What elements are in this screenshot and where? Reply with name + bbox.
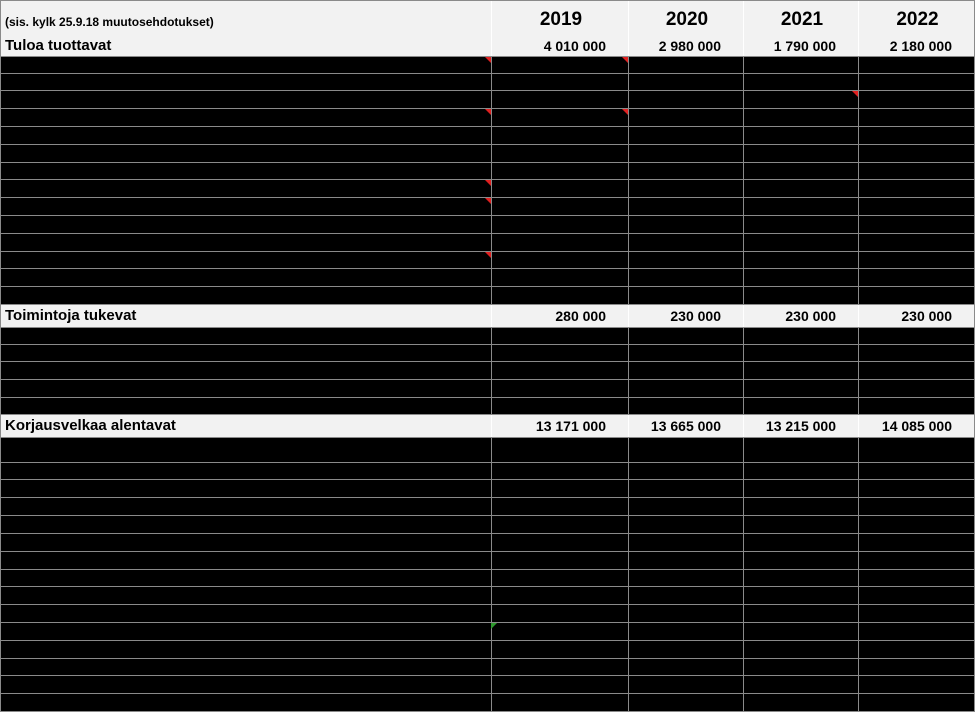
spreadsheet: (sis. kylk 25.9.18 muutosehdotukset) 201… (0, 0, 975, 712)
sheet-border (0, 0, 975, 712)
